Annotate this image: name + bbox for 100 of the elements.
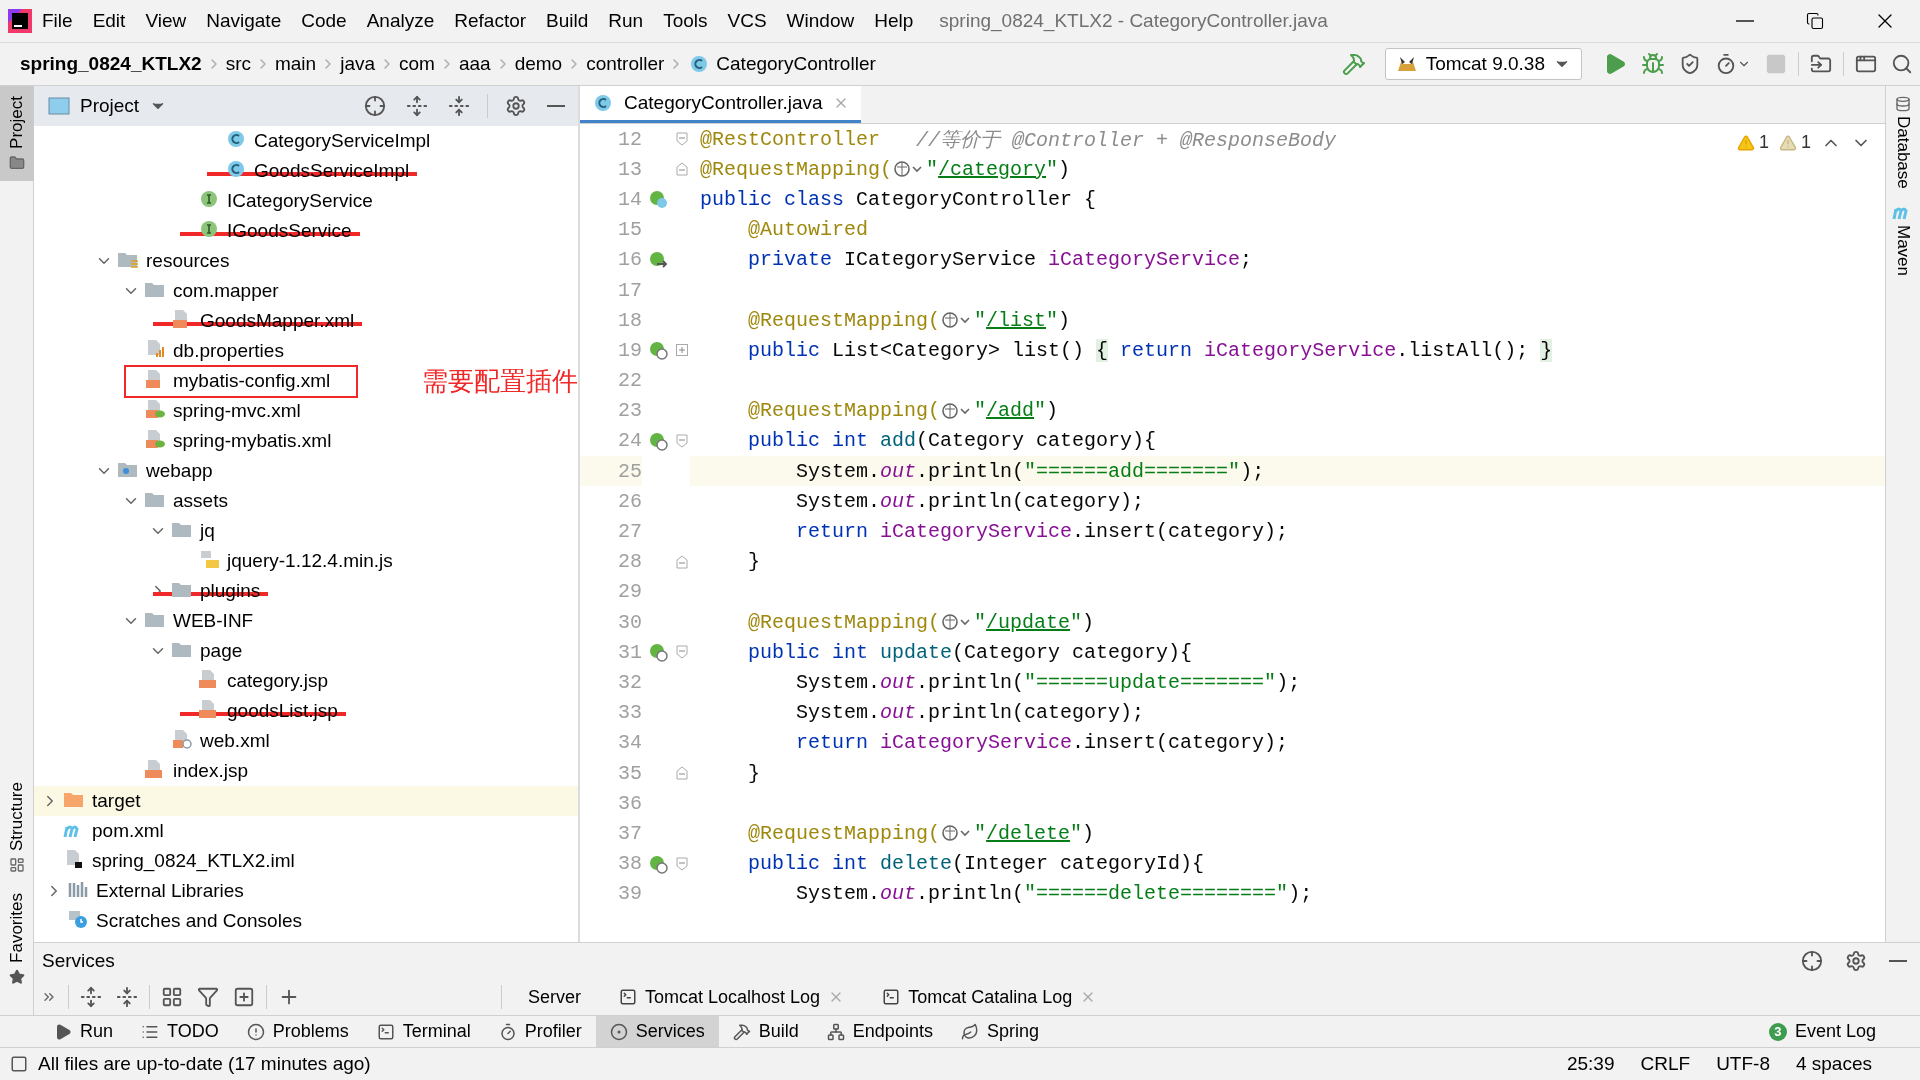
warning-icon <box>1736 133 1755 152</box>
tool-window-button[interactable]: Spring <box>946 1016 1053 1047</box>
tree-item[interactable]: spring-mybatis.xml <box>34 426 578 456</box>
database-icon <box>1895 96 1911 112</box>
tool-window-button[interactable]: Services <box>595 1016 719 1047</box>
fold-marker-icon[interactable] <box>676 433 688 448</box>
tool-window-button[interactable]: Problems <box>232 1016 363 1047</box>
side-tab[interactable]: Maven <box>1892 198 1914 278</box>
structure-icon <box>9 857 25 874</box>
side-tab[interactable]: Database <box>1893 94 1913 191</box>
tree-item[interactable]: CategoryServiceImpl <box>34 126 578 156</box>
tool-window-button[interactable]: Endpoints <box>812 1016 947 1047</box>
tree-item[interactable]: jq <box>34 516 578 546</box>
breadcrumb[interactable]: java <box>336 51 379 77</box>
breadcrumb[interactable]: main <box>270 51 321 77</box>
breadcrumb[interactable]: com <box>395 51 439 77</box>
run-configuration-dropdown[interactable]: Tomcat 9.0.38 <box>1384 48 1582 80</box>
breadcrumb[interactable]: src <box>221 51 255 77</box>
side-tab[interactable]: Project <box>0 86 34 181</box>
code-line: System.out.println("======delete========"); <box>795 881 1313 908</box>
breadcrumb[interactable]: aaa <box>454 51 495 77</box>
tree-item[interactable]: Scratches and Consoles <box>34 906 578 936</box>
fold-marker-icon[interactable] <box>676 856 688 871</box>
line-number: 38 <box>617 851 642 878</box>
tree-item[interactable]: page <box>34 636 578 666</box>
line-number: 34 <box>617 730 642 757</box>
log-tab[interactable]: Server <box>516 982 593 1012</box>
tree-item[interactable]: resources <box>34 246 578 276</box>
tool-window-button[interactable]: TODO <box>127 1016 233 1047</box>
fold-marker-icon[interactable] <box>676 162 688 177</box>
menu-item[interactable]: Code <box>291 6 357 36</box>
menu-item[interactable]: Help <box>864 6 924 36</box>
breadcrumb[interactable]: controller <box>582 51 669 77</box>
tool-window-button[interactable]: Terminal <box>362 1016 485 1047</box>
tree-item[interactable]: web.xml <box>34 726 578 756</box>
project-view-dropdown[interactable]: Project <box>42 94 174 118</box>
status-item[interactable]: 25:39 <box>1558 1053 1623 1075</box>
web-xml-file-icon <box>171 728 193 749</box>
menu-item[interactable]: Analyze <box>356 6 445 36</box>
code-line: public int add(Category category){ <box>747 428 1157 455</box>
status-item[interactable]: 4 spaces <box>1787 1053 1880 1075</box>
tool-window-button[interactable]: Profiler <box>484 1016 596 1047</box>
event-log-button[interactable]: 3 Event Log <box>1754 1016 1890 1047</box>
line-number: 26 <box>617 488 642 515</box>
tree-item[interactable]: mybatis-config.xml <box>34 366 365 396</box>
profiler-icon <box>498 1022 517 1041</box>
interface-icon <box>198 188 220 209</box>
tree-item[interactable]: db.properties <box>34 336 578 366</box>
tree-item[interactable]: com.mapper <box>34 276 578 306</box>
tool-window-button[interactable]: Run <box>40 1016 128 1047</box>
tree-item[interactable]: WEB-INF <box>34 606 578 636</box>
tree-item[interactable]: pom.xml <box>34 816 578 846</box>
line-number: 16 <box>617 247 642 274</box>
panel-icon <box>48 97 70 115</box>
inspection-count[interactable]: 1 <box>1779 132 1811 153</box>
menu-item[interactable]: Refactor <box>444 6 537 36</box>
inspection-count[interactable]: 1 <box>1736 132 1769 153</box>
fold-marker-icon[interactable] <box>676 132 688 147</box>
breadcrumb[interactable]: CategoryController <box>684 51 880 77</box>
folder-icon <box>1810 53 1832 75</box>
menu-item[interactable]: Build <box>536 6 599 36</box>
tree-item[interactable]: index.jsp <box>34 756 578 786</box>
tree-item[interactable]: spring_0824_KTLX2.iml <box>34 846 578 876</box>
tree-item[interactable]: webapp <box>34 456 578 486</box>
app-logo-icon[interactable] <box>8 9 32 33</box>
side-tab[interactable]: Structure <box>0 772 34 884</box>
tool-window-button[interactable]: Build <box>718 1016 813 1047</box>
line-number: 13 <box>617 156 642 183</box>
breadcrumb[interactable]: spring_0824_KTLX2 <box>16 51 206 77</box>
tree-item[interactable]: assets <box>34 486 578 516</box>
log-tab[interactable]: Tomcat Localhost Log <box>607 982 857 1012</box>
tree-item[interactable]: spring-mvc.xml <box>34 396 578 426</box>
services-icon <box>609 1022 628 1041</box>
tree-item[interactable]: category.jsp <box>34 666 578 696</box>
side-tab[interactable]: Favorites <box>0 883 34 995</box>
editor-tab[interactable]: CategoryController.java <box>580 86 861 123</box>
status-item[interactable]: UTF-8 <box>1708 1053 1778 1075</box>
js-file-icon <box>198 548 220 569</box>
status-item[interactable]: CRLF <box>1632 1053 1699 1075</box>
fold-marker-icon[interactable] <box>676 645 688 660</box>
menu-item[interactable]: Tools <box>653 6 718 36</box>
minimize-icon <box>1736 20 1754 22</box>
menu-item[interactable]: File <box>32 6 83 36</box>
expand-marker-icon[interactable] <box>676 344 688 357</box>
line-number: 33 <box>617 700 642 727</box>
menu-item[interactable]: VCS <box>717 6 777 36</box>
log-tab[interactable]: Tomcat Catalina Log <box>870 982 1109 1012</box>
fold-marker-icon[interactable] <box>676 554 688 569</box>
fold-marker-icon[interactable] <box>676 766 688 781</box>
tree-item[interactable]: target <box>34 786 578 816</box>
status-icon[interactable] <box>10 1055 28 1073</box>
tree-item[interactable]: jquery-1.12.4.min.js <box>34 546 578 576</box>
tree-item[interactable]: External Libraries <box>34 876 578 906</box>
menu-item[interactable]: Edit <box>82 6 136 36</box>
menu-item[interactable]: Window <box>776 6 865 36</box>
menu-item[interactable]: View <box>135 6 197 36</box>
menu-item[interactable]: Navigate <box>196 6 292 36</box>
tree-item[interactable]: ICategoryService <box>34 186 578 216</box>
breadcrumb[interactable]: demo <box>510 51 567 77</box>
menu-item[interactable]: Run <box>598 6 654 36</box>
